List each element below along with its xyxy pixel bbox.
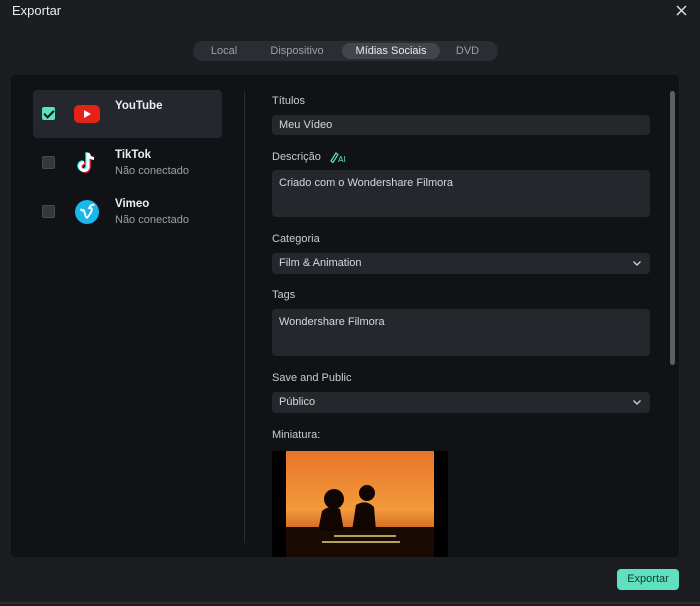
- tab-local[interactable]: Local: [196, 43, 252, 59]
- sunset-couple-image: [272, 451, 448, 557]
- platform-item-tiktok[interactable]: TikTok Não conectado: [33, 139, 222, 187]
- ai-pen-icon[interactable]: AI: [329, 150, 349, 164]
- chevron-down-icon: [633, 400, 641, 405]
- platform-name: YouTube: [115, 100, 163, 112]
- chevron-down-icon: [633, 261, 641, 266]
- title-label: Títulos: [272, 95, 306, 107]
- thumbnail-label: Miniatura:: [272, 429, 321, 441]
- dialog-title: Exportar: [12, 3, 62, 18]
- description-label-text: Descrição: [272, 151, 321, 163]
- category-value: Film & Animation: [279, 257, 362, 269]
- panel-divider: [244, 91, 245, 543]
- tags-textarea[interactable]: Wondershare Filmora: [272, 309, 650, 356]
- svg-text:AI: AI: [338, 155, 346, 164]
- tab-device[interactable]: Dispositivo: [252, 43, 342, 59]
- description-label: Descrição AI: [272, 151, 346, 164]
- main-panel: YouTube TikTok Não conectado Vimeo Não c…: [11, 75, 679, 557]
- platform-name: TikTok: [115, 149, 151, 161]
- platform-item-vimeo[interactable]: Vimeo Não conectado: [33, 188, 222, 236]
- title-bar: Exportar: [0, 0, 700, 22]
- privacy-label: Save and Public: [272, 372, 352, 384]
- tiktok-checkbox[interactable]: [42, 156, 55, 169]
- close-button[interactable]: [672, 1, 690, 19]
- tab-social-media[interactable]: Mídias Sociais: [342, 43, 440, 59]
- platform-name: Vimeo: [115, 198, 150, 210]
- privacy-value: Público: [279, 396, 316, 408]
- title-input[interactable]: Meu Vídeo: [272, 115, 650, 135]
- tab-dvd[interactable]: DVD: [440, 43, 495, 59]
- category-select[interactable]: Film & Animation: [272, 253, 650, 274]
- bottom-border: [0, 602, 700, 604]
- tiktok-icon: [74, 150, 100, 176]
- export-button[interactable]: Exportar: [617, 569, 679, 590]
- description-textarea[interactable]: Criado com o Wondershare Filmora: [272, 170, 650, 217]
- scrollbar-thumb[interactable]: [670, 91, 675, 365]
- upload-form: Títulos Meu Vídeo Descrição AI Criado co…: [272, 75, 650, 557]
- vimeo-icon: [74, 199, 100, 225]
- platform-item-youtube[interactable]: YouTube: [33, 90, 222, 138]
- export-dialog: Exportar Local Dispositivo Mídias Sociai…: [0, 0, 700, 606]
- thumbnail-preview[interactable]: [272, 451, 448, 557]
- vimeo-checkbox[interactable]: [42, 205, 55, 218]
- youtube-icon: [74, 101, 100, 127]
- youtube-checkbox[interactable]: [42, 107, 55, 120]
- platform-status: Não conectado: [115, 214, 189, 226]
- category-label: Categoria: [272, 233, 320, 245]
- platform-status: Não conectado: [115, 165, 189, 177]
- tags-label: Tags: [272, 289, 296, 301]
- export-tabs: Local Dispositivo Mídias Sociais DVD: [193, 41, 498, 61]
- close-icon: [676, 5, 686, 15]
- privacy-select[interactable]: Público: [272, 392, 650, 413]
